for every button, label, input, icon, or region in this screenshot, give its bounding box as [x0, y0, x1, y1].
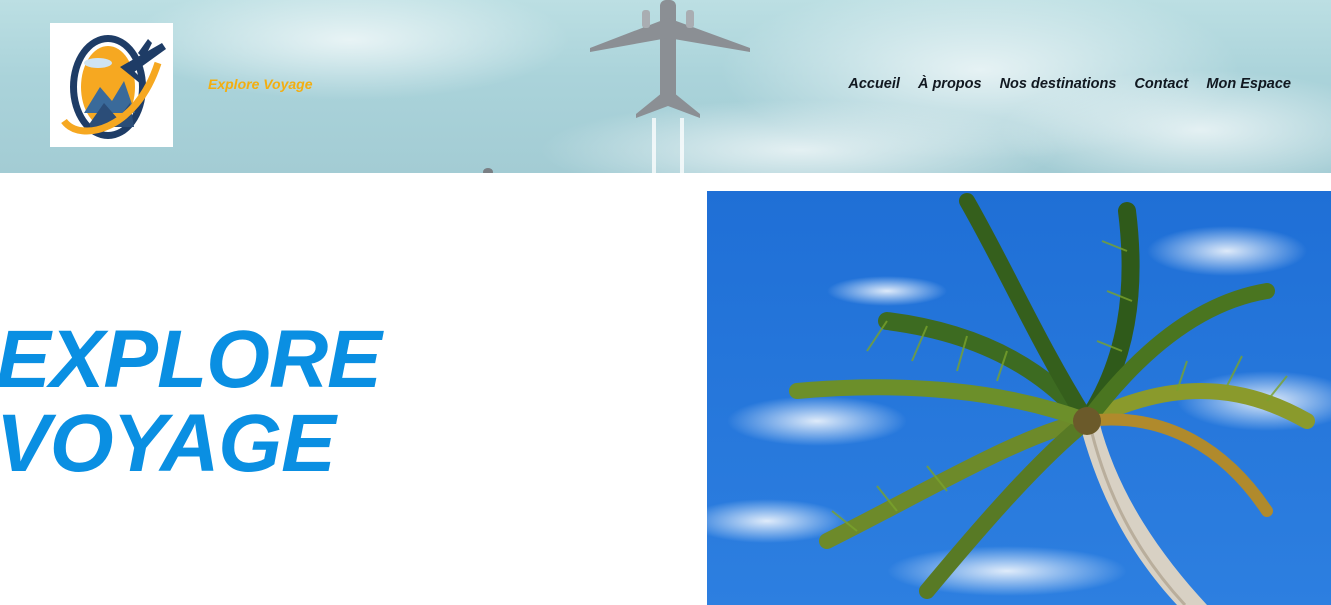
nav-item-a-propos[interactable]: À propos [918, 76, 982, 92]
brand-name-link[interactable]: Explore Voyage [208, 76, 313, 92]
nav-item-nos-destinations[interactable]: Nos destinations [1000, 76, 1117, 92]
nav-item-accueil[interactable]: Accueil [848, 76, 900, 92]
page: Explore Voyage Accueil À propos Nos dest… [0, 0, 1331, 605]
palm-tree-photo [707, 191, 1331, 605]
hero-title: EXPLORE VOYAGE [0, 314, 382, 489]
nav-item-contact[interactable]: Contact [1134, 76, 1188, 92]
site-header: Explore Voyage Accueil À propos Nos dest… [0, 0, 1331, 173]
hero-title-line1: EXPLORE [0, 314, 382, 405]
main-navigation: Accueil À propos Nos destinations Contac… [848, 76, 1291, 92]
site-logo[interactable] [50, 23, 173, 147]
hero-title-line2: VOYAGE [0, 398, 336, 489]
nav-item-mon-espace[interactable]: Mon Espace [1206, 76, 1291, 92]
travel-plane-logo-icon [61, 35, 166, 139]
hero-image [707, 191, 1331, 605]
